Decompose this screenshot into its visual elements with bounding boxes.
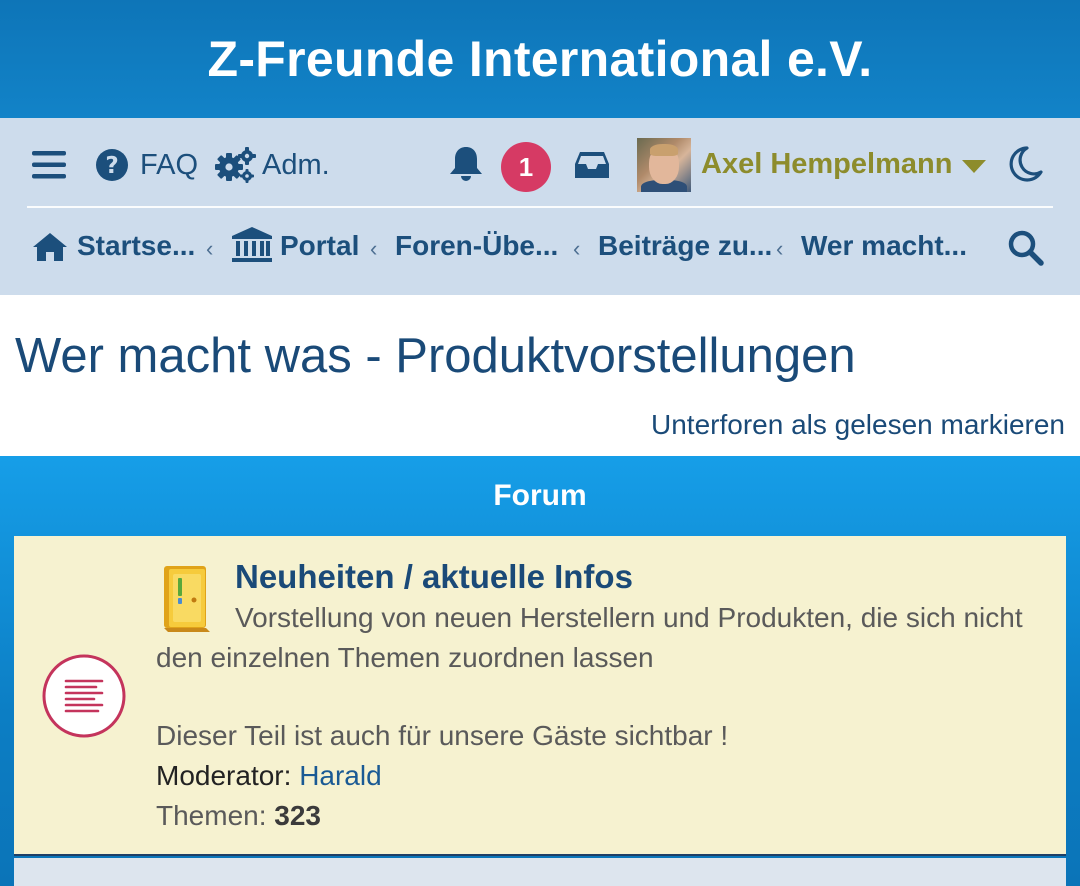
breadcrumb-separator: ‹ [370,236,378,261]
forum-visibility-note: Dieser Teil ist auch für unsere Gäste si… [156,720,729,751]
avatar[interactable] [637,138,691,192]
forum-moderator: Moderator: Harald [156,760,382,792]
forum-description: Vorstellung von neuen Herstellern und Pr… [156,602,1023,673]
top-nav-row: ? FAQ Adm. 1 Axel Hempelmann [0,118,1080,206]
topics-value: 323 [274,800,321,831]
forum-title-link[interactable]: Neuheiten / aktuelle Infos [235,558,633,596]
username[interactable]: Axel Hempelmann [701,148,952,181]
forum-section-header: Forum [0,456,1080,536]
faq-label: FAQ [140,149,199,181]
breadcrumb-item-posts[interactable]: Beiträge zu... [598,230,772,262]
forum-status-icon [42,654,126,738]
breadcrumb-separator: ‹ [776,236,784,261]
notification-count-badge[interactable]: 1 [501,142,551,192]
forum-section-title: Forum [493,479,587,512]
breadcrumb-item-portal[interactable]: Portal [280,230,359,262]
bell-icon[interactable] [448,145,484,183]
bank-icon [232,227,272,262]
forum-section: Forum Neuheiten / aktuelle Infos Vorstel… [0,456,1080,886]
gears-icon [215,147,256,183]
home-icon [33,233,67,261]
admin-label: Adm. [262,149,330,181]
moon-icon[interactable] [1007,145,1043,183]
svg-text:?: ? [105,153,118,179]
inbox-icon[interactable] [574,151,610,179]
search-icon[interactable] [1008,230,1044,266]
breadcrumb-item-forum-overview[interactable]: Foren-Übe... [395,230,558,262]
chevron-down-icon[interactable] [962,160,986,174]
moderator-link[interactable]: Harald [299,760,381,791]
breadcrumb-separator: ‹ [573,236,581,261]
breadcrumb-item-current[interactable]: Wer macht... [801,230,967,262]
site-title[interactable]: Z-Freunde International e.V. [208,30,873,88]
forum-row [14,858,1066,886]
forum-row: Neuheiten / aktuelle Infos Vorstellung v… [14,536,1066,856]
admin-link[interactable]: Adm. [214,145,344,187]
forum-topic-count: Themen: 323 [156,800,321,832]
navigation-bar: ? FAQ Adm. 1 Axel Hempelmann Startse... … [0,118,1080,295]
breadcrumb-separator: ‹ [206,236,214,261]
page-title: Wer macht was - Produktvorstellungen [15,329,856,383]
topics-label: Themen: [156,800,267,831]
breadcrumb: Startse... ‹ Portal ‹ Foren-Übe... ‹ Bei… [0,208,1080,288]
site-header: Z-Freunde International e.V. [0,0,1080,118]
breadcrumb-item-home[interactable]: Startse... [77,230,195,262]
mark-subforums-read-link[interactable]: Unterforen als gelesen markieren [651,409,1065,441]
moderator-label: Moderator: [156,760,292,791]
menu-icon[interactable] [32,151,66,179]
help-icon: ? [96,149,128,181]
